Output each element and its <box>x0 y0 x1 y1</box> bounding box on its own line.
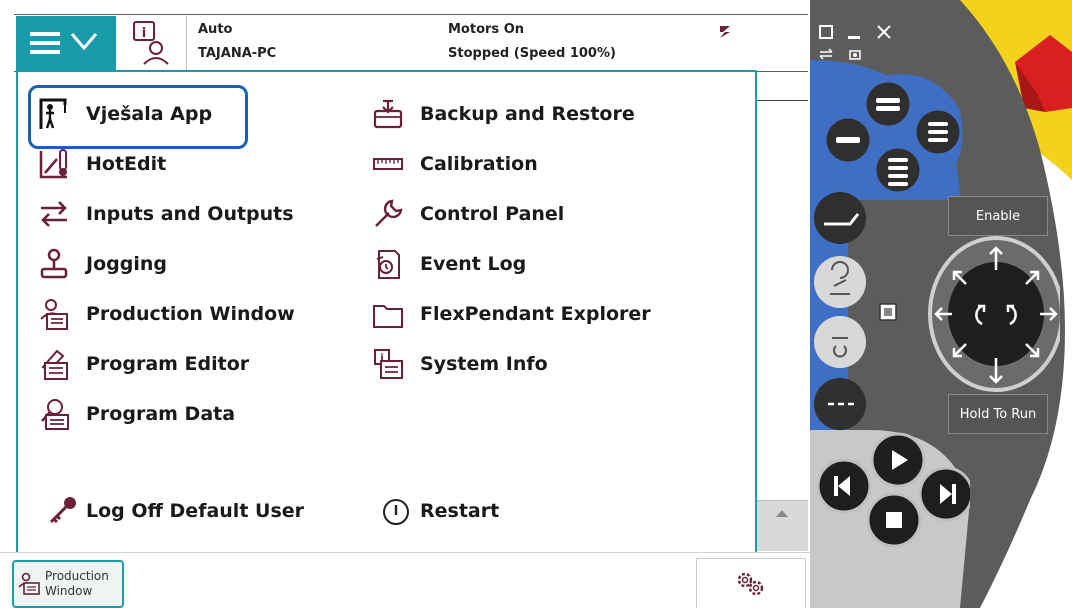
menu-item-system-info[interactable]: i System Info <box>368 344 548 384</box>
menu-item-label: FlexPendant Explorer <box>420 303 651 325</box>
menu-item-event-log[interactable]: Event Log <box>368 244 526 284</box>
menu-item-label: Production Window <box>86 303 295 325</box>
log-off-button[interactable]: Log Off Default User <box>42 491 304 531</box>
triangle-up-icon <box>776 510 788 517</box>
menu-item-vjesala-app[interactable]: Vješala App <box>34 94 212 134</box>
system-info-icon: i <box>368 344 408 384</box>
calibration-icon <box>368 144 408 184</box>
hotedit-icon <box>34 144 74 184</box>
system-name: TAJANA-PC <box>198 46 277 61</box>
menu-item-backup-and-restore[interactable]: Backup and Restore <box>368 94 635 134</box>
taskbar-production-window[interactable]: Production Window <box>12 560 124 608</box>
log-off-label: Log Off Default User <box>86 500 305 522</box>
menu-item-label: Inputs and Outputs <box>86 203 294 225</box>
background-window-strip <box>756 100 808 551</box>
quickset-button[interactable] <box>696 558 806 608</box>
gears-icon <box>737 572 764 596</box>
svg-text:i: i <box>142 26 146 41</box>
io-arrows-icon <box>34 194 74 234</box>
menu-item-production-window[interactable]: Production Window <box>34 294 295 334</box>
flexpendant-hardware: Enable Hold To Run <box>810 0 1072 608</box>
menu-item-label: Program Editor <box>86 353 250 375</box>
production-window-icon <box>18 572 40 595</box>
operator-info-button[interactable]: i <box>118 16 187 70</box>
menu-item-label: Event Log <box>420 253 527 275</box>
motors-status: Motors On <box>448 22 524 37</box>
key-icon <box>42 491 82 531</box>
mechanical-unit-keys[interactable] <box>810 190 880 440</box>
backup-restore-icon <box>368 94 408 134</box>
abb-menu-button[interactable] <box>16 16 116 70</box>
restart-label: Restart <box>420 500 500 522</box>
close-menu-icon[interactable] <box>718 24 732 44</box>
menu-item-label: Backup and Restore <box>420 103 635 125</box>
joystick[interactable] <box>874 236 1060 396</box>
menu-item-label: Program Data <box>86 403 236 425</box>
program-run-controls[interactable] <box>810 428 970 558</box>
hamburger-chevron-icon <box>30 32 98 54</box>
menu-item-label: Jogging <box>86 253 167 275</box>
enable-button[interactable]: Enable <box>948 196 1048 236</box>
production-window-icon <box>34 294 74 334</box>
menu-item-label: Control Panel <box>420 203 565 225</box>
window-controls[interactable] <box>816 22 906 66</box>
restart-button[interactable]: Restart <box>376 491 499 531</box>
menu-item-program-data[interactable]: Program Data <box>34 394 235 434</box>
menu-item-calibration[interactable]: Calibration <box>368 144 538 184</box>
menu-item-label: HotEdit <box>86 153 167 175</box>
hold-to-run-label: Hold To Run <box>959 406 1037 422</box>
menu-item-label: System Info <box>420 353 548 375</box>
power-icon <box>376 491 416 531</box>
menu-item-jogging[interactable]: Jogging <box>34 244 167 284</box>
controller-state: Stopped (Speed 100%) <box>448 46 616 61</box>
scroll-up-button[interactable] <box>756 500 808 551</box>
operating-mode: Auto <box>198 22 233 37</box>
enable-label: Enable <box>975 208 1021 224</box>
program-editor-icon <box>34 344 74 384</box>
taskbar-label: Production Window <box>45 569 109 598</box>
gallows-person-icon <box>34 94 74 134</box>
event-log-icon <box>368 244 408 284</box>
menu-item-flexpendant-explorer[interactable]: FlexPendant Explorer <box>368 294 651 334</box>
operator-info-icon: i <box>133 21 169 65</box>
menu-item-label: Calibration <box>420 153 538 175</box>
menu-item-hotedit[interactable]: HotEdit <box>34 144 166 184</box>
menu-item-program-editor[interactable]: Program Editor <box>34 344 249 384</box>
menu-item-control-panel[interactable]: Control Panel <box>368 194 564 234</box>
program-data-icon <box>34 394 74 434</box>
flexpendant-screen: i Auto TAJANA-PC Motors On Stopped (Spee… <box>0 0 810 608</box>
menu-item-inputs-and-outputs[interactable]: Inputs and Outputs <box>34 194 294 234</box>
joystick-icon <box>34 244 74 284</box>
folder-icon <box>368 294 408 334</box>
menu-item-label: Vješala App <box>86 103 213 125</box>
wrench-icon <box>368 194 408 234</box>
